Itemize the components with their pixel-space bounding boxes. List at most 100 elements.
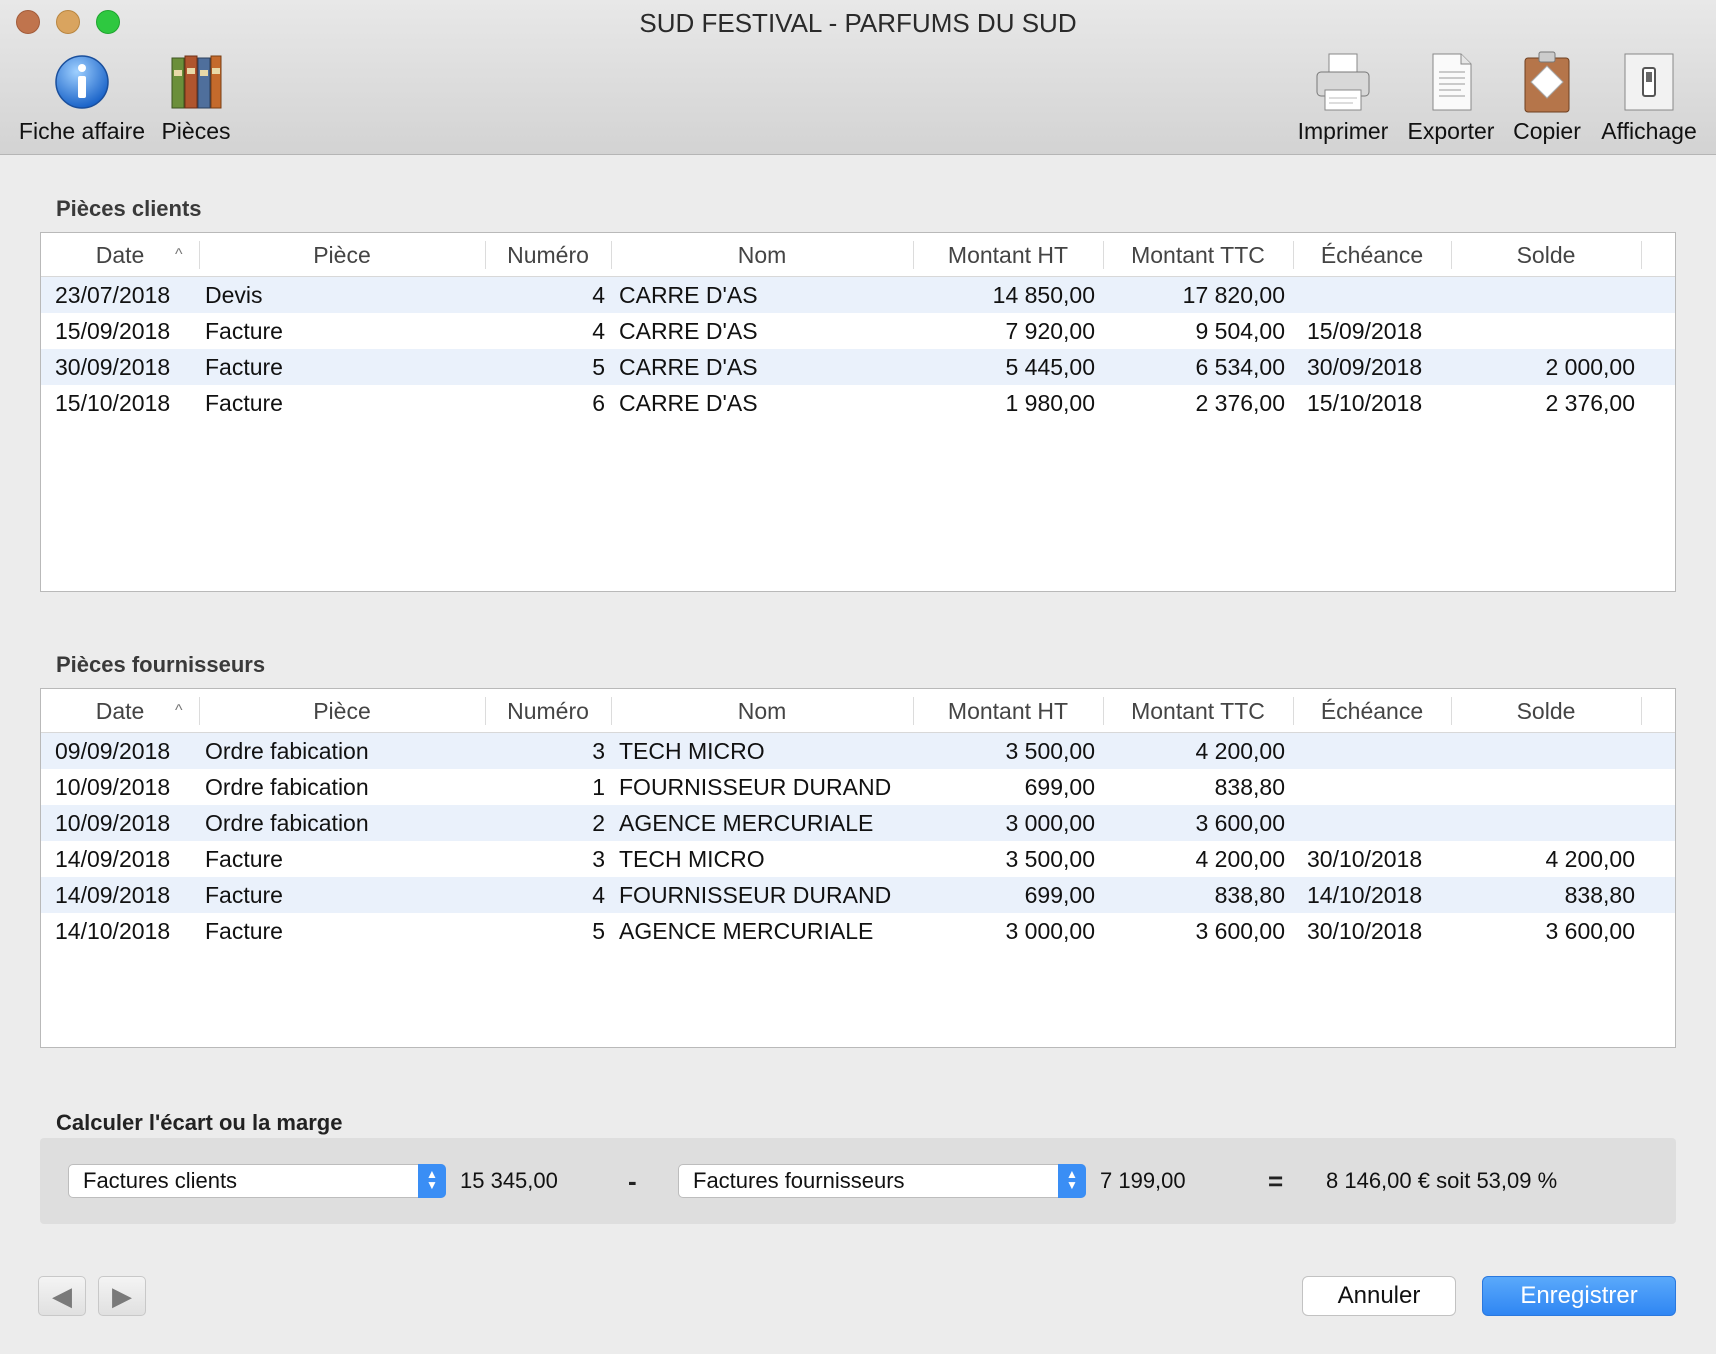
- column-header-echeance[interactable]: Échéance: [1293, 689, 1451, 733]
- cell-montant-ttc: 838,80: [1214, 774, 1285, 800]
- column-separator[interactable]: [1451, 241, 1452, 269]
- table-header: Date Pièce Numéro Nom Montant HT Montant TTC É…: [41, 689, 1675, 733]
- section-label-calc: Calculer l'écart ou la marge: [56, 1110, 343, 1135]
- cell-date: 14/10/2018: [55, 918, 171, 944]
- column-separator[interactable]: [1641, 697, 1642, 725]
- cell-solde: [1375, 805, 1635, 841]
- cell-date: 09/09/2018: [55, 738, 171, 764]
- chevron-updown-icon: ▲ ▼: [1058, 1164, 1086, 1198]
- column-header-solde[interactable]: Solde: [1451, 689, 1641, 733]
- toolbar-affichage-button[interactable]: Affichage: [1594, 50, 1704, 145]
- column-separator[interactable]: [913, 697, 914, 725]
- info-icon: [52, 50, 112, 114]
- column-header-montant-ttc[interactable]: Montant TTC: [1103, 233, 1293, 277]
- column-header-piece[interactable]: Pièce: [199, 689, 485, 733]
- cell-date: 15/09/2018: [55, 318, 171, 344]
- cell-numero: 4: [592, 318, 605, 344]
- table-row[interactable]: 14/09/2018 Facture 3 TECH MICRO 3 500,00 4 20…: [41, 841, 1675, 877]
- cell-solde: [1375, 733, 1635, 769]
- table-row[interactable]: 15/09/2018 Facture 4 CARRE D'AS 7 920,00 9 50…: [41, 313, 1675, 349]
- cell-nom: CARRE D'AS: [619, 282, 758, 308]
- clipboard-icon: [1517, 50, 1577, 114]
- toolbar-affichage-label: Affichage: [1601, 118, 1697, 144]
- toolbar-copier-label: Copier: [1513, 118, 1581, 144]
- cell-montant-ttc: 4 200,00: [1195, 738, 1285, 764]
- sort-ascending-icon: ^: [175, 702, 183, 719]
- column-separator[interactable]: [1641, 241, 1642, 269]
- toolbar-pieces-label: Pièces: [161, 118, 231, 144]
- column-header-numero[interactable]: Numéro: [485, 233, 611, 277]
- column-separator[interactable]: [1451, 697, 1452, 725]
- table-row[interactable]: 09/09/2018 Ordre fabication 3 TECH MICRO 3 5…: [41, 733, 1675, 769]
- cell-solde: [1375, 277, 1635, 313]
- column-header-piece[interactable]: Pièce: [199, 233, 485, 277]
- cell-numero: 3: [592, 846, 605, 872]
- cell-date: 14/09/2018: [55, 882, 171, 908]
- cell-solde: 2 376,00: [1545, 390, 1635, 416]
- table-row[interactable]: 30/09/2018 Facture 5 CARRE D'AS 5 445,00 6 53…: [41, 349, 1675, 385]
- cell-solde: 4 200,00: [1545, 846, 1635, 872]
- column-separator[interactable]: [611, 241, 612, 269]
- column-separator[interactable]: [485, 241, 486, 269]
- column-header-numero[interactable]: Numéro: [485, 689, 611, 733]
- table-header: Date Pièce Numéro Nom Montant HT Montant TTC É…: [41, 233, 1675, 277]
- binders-icon: [166, 50, 226, 114]
- right-select-popup[interactable]: Factures fournisseurs ▲ ▼: [678, 1164, 1086, 1198]
- column-separator[interactable]: [611, 697, 612, 725]
- arrow-right-icon: ▶: [112, 1281, 132, 1311]
- cancel-button[interactable]: Annuler: [1302, 1276, 1456, 1316]
- column-separator[interactable]: [1103, 697, 1104, 725]
- column-header-solde[interactable]: Solde: [1451, 233, 1641, 277]
- table-row[interactable]: 23/07/2018 Devis 4 CARRE D'AS 14 850,00 17 82…: [41, 277, 1675, 313]
- column-separator[interactable]: [913, 241, 914, 269]
- cell-nom: TECH MICRO: [619, 846, 765, 872]
- table-row[interactable]: 14/09/2018 Facture 4 FOURNISSEUR DURAND 699,…: [41, 877, 1675, 913]
- chevron-updown-icon: ▲ ▼: [418, 1164, 446, 1198]
- sort-ascending-icon: ^: [175, 246, 183, 263]
- column-separator[interactable]: [1293, 241, 1294, 269]
- fournisseurs-table[interactable]: Date Pièce Numéro Nom Montant HT Montant TTC É…: [40, 688, 1676, 1048]
- column-header-montant-ht[interactable]: Montant HT: [913, 233, 1103, 277]
- table-row[interactable]: 14/10/2018 Facture 5 AGENCE MERCURIALE 3 000…: [41, 913, 1675, 949]
- column-separator[interactable]: [199, 241, 200, 269]
- column-header-echeance[interactable]: Échéance: [1293, 233, 1451, 277]
- cell-date: 10/09/2018: [55, 774, 171, 800]
- save-button[interactable]: Enregistrer: [1482, 1276, 1676, 1316]
- next-button[interactable]: ▶: [98, 1276, 146, 1316]
- table-row[interactable]: 15/10/2018 Facture 6 CARRE D'AS 1 980,00 2 37…: [41, 385, 1675, 421]
- cell-solde: 3 600,00: [1545, 918, 1635, 944]
- column-header-nom[interactable]: Nom: [611, 233, 913, 277]
- toolbar-imprimer-label: Imprimer: [1297, 118, 1389, 144]
- previous-button[interactable]: ◀: [38, 1276, 86, 1316]
- column-separator[interactable]: [485, 697, 486, 725]
- cell-numero: 4: [592, 282, 605, 308]
- cell-nom: CARRE D'AS: [619, 390, 758, 416]
- clients-table[interactable]: Date Pièce Numéro Nom Montant HT Montant TTC É…: [40, 232, 1676, 592]
- cell-montant-ttc: 9 504,00: [1195, 318, 1285, 344]
- cell-numero: 5: [592, 354, 605, 380]
- toolbar-copier-button[interactable]: Copier: [1508, 50, 1586, 145]
- column-separator[interactable]: [199, 697, 200, 725]
- toolbar-exporter-button[interactable]: Exporter: [1402, 50, 1500, 145]
- cell-nom: CARRE D'AS: [619, 318, 758, 344]
- column-header-montant-ht[interactable]: Montant HT: [913, 689, 1103, 733]
- cell-numero: 3: [592, 738, 605, 764]
- column-header-montant-ttc[interactable]: Montant TTC: [1103, 689, 1293, 733]
- toolbar-imprimer-button[interactable]: Imprimer: [1292, 50, 1394, 145]
- cell-piece: Devis: [205, 282, 263, 308]
- column-separator[interactable]: [1293, 697, 1294, 725]
- section-label-fournisseurs: Pièces fournisseurs: [56, 652, 266, 677]
- cell-solde: [1375, 313, 1635, 349]
- right-total: 7 199,00: [1100, 1168, 1186, 1193]
- window-toolbar: SUD FESTIVAL - PARFUMS DU SUD Fiche affa…: [0, 0, 1716, 155]
- table-row[interactable]: 10/09/2018 Ordre fabication 1 FOURNISSEUR D…: [41, 769, 1675, 805]
- column-header-nom[interactable]: Nom: [611, 689, 913, 733]
- cell-date: 30/09/2018: [55, 354, 171, 380]
- calc-result: 8 146,00 € soit 53,09 %: [1326, 1168, 1558, 1193]
- left-select-popup[interactable]: Factures clients ▲ ▼: [68, 1164, 446, 1198]
- toolbar-fiche-affaire-button[interactable]: Fiche affaire: [12, 50, 152, 145]
- table-row[interactable]: 10/09/2018 Ordre fabication 2 AGENCE MERCUR…: [41, 805, 1675, 841]
- minus-sign: -: [628, 1166, 637, 1196]
- column-separator[interactable]: [1103, 241, 1104, 269]
- toolbar-pieces-button[interactable]: Pièces: [156, 50, 236, 145]
